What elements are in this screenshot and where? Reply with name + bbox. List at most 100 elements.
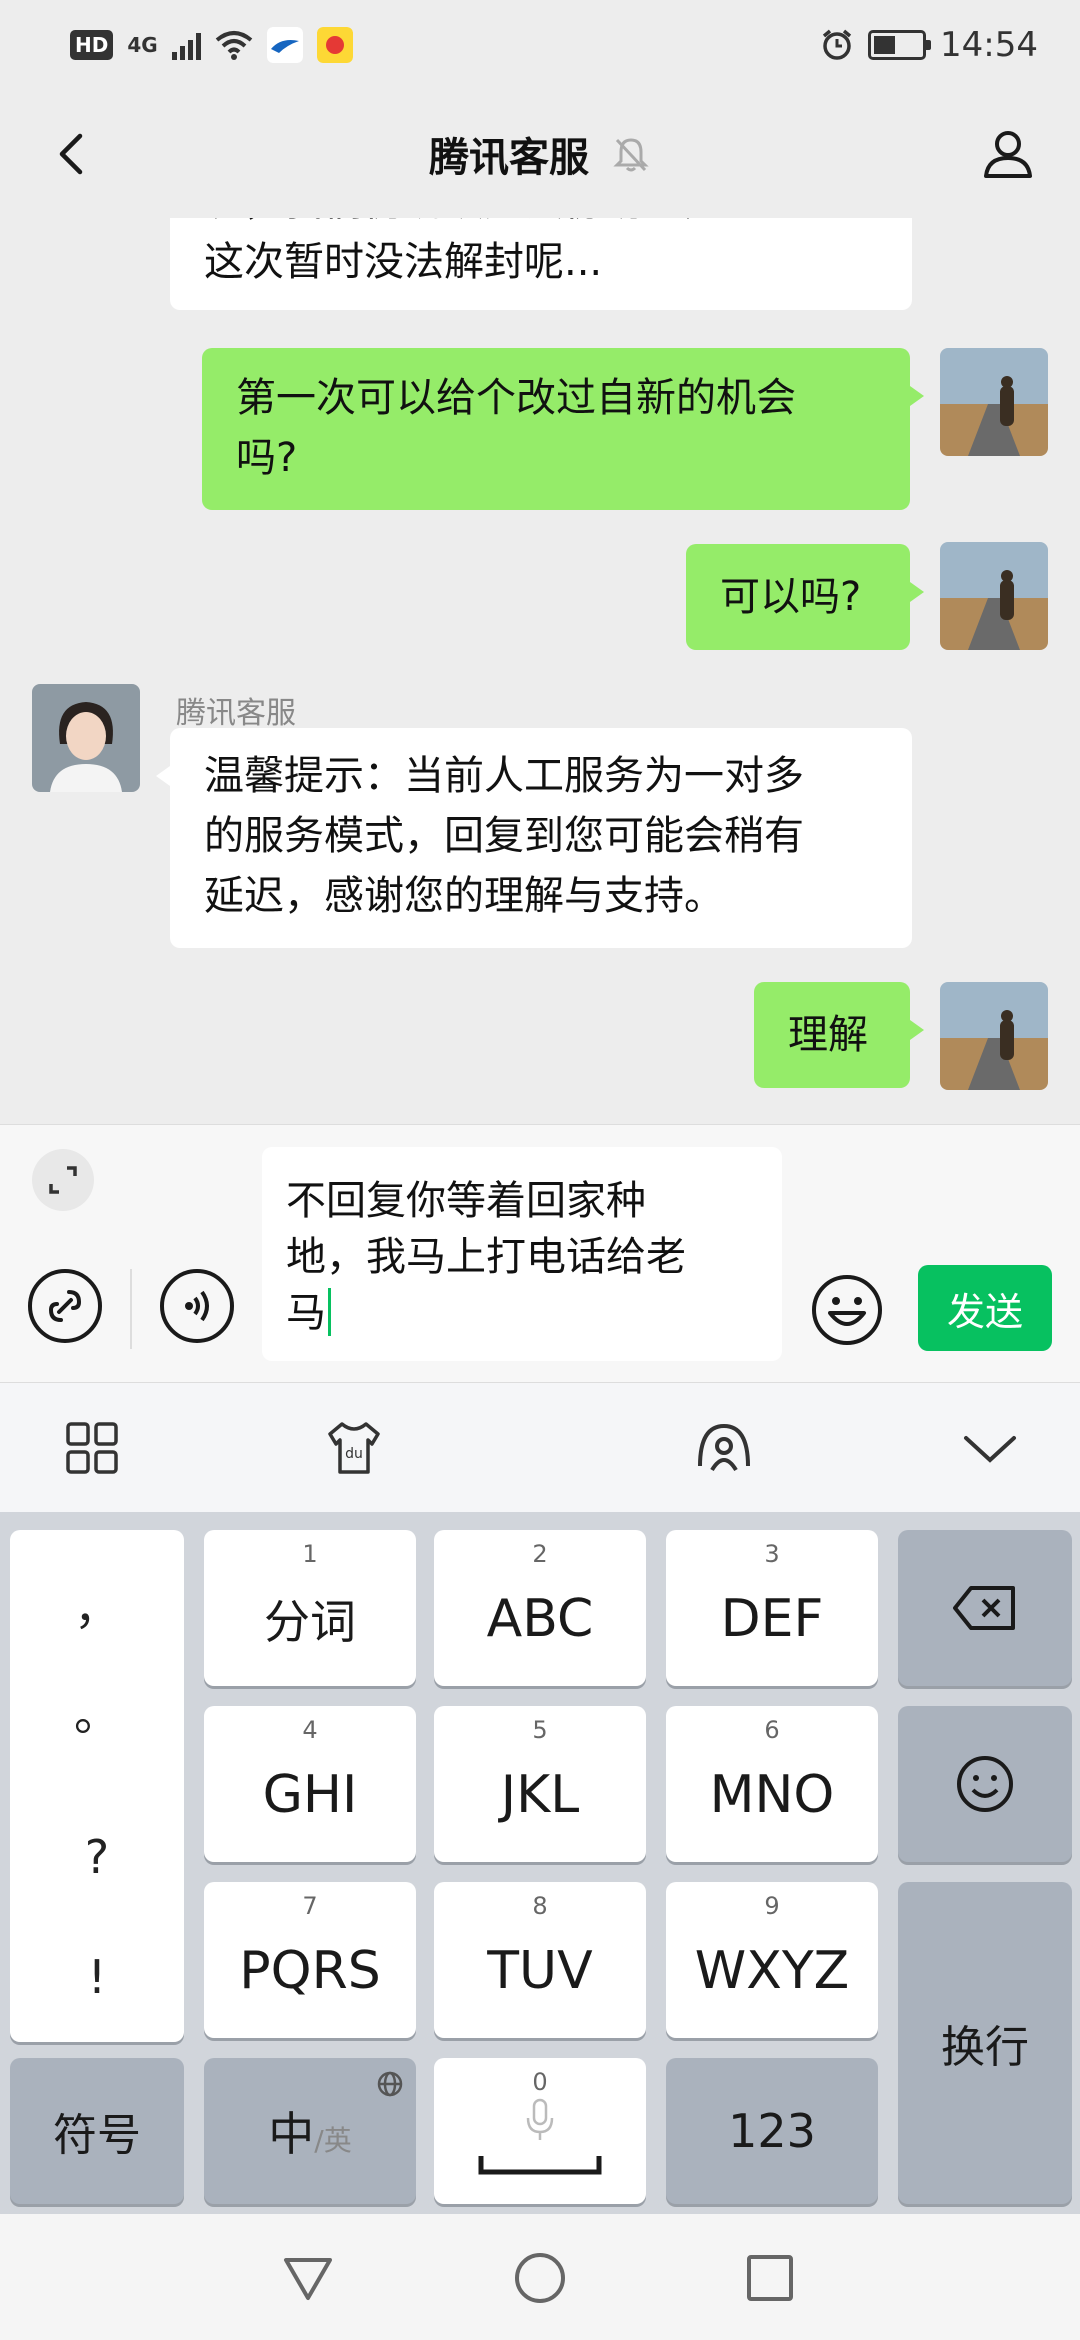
skin-theme-icon[interactable]: du <box>322 1416 386 1480</box>
key-number: 4 <box>302 1716 318 1744</box>
sender-name: 腾讯客服 <box>176 696 296 731</box>
key-7[interactable]: 7 PQRS <box>204 1882 416 2038</box>
key-label: PQRS <box>239 1941 381 2001</box>
key-1[interactable]: 1 分词 <box>204 1530 416 1686</box>
key-5[interactable]: 5 JKL <box>434 1706 646 1862</box>
symbol-key[interactable]: 符号 <box>10 2058 184 2204</box>
assistant-icon[interactable] <box>692 1416 756 1480</box>
message-line: 这次暂时没法解封呢... <box>204 239 603 285</box>
key-number: 9 <box>764 1892 780 1920</box>
key-label: DEF <box>720 1589 824 1649</box>
battery-icon <box>868 30 932 60</box>
number-mode-key[interactable]: 123 <box>666 2058 878 2204</box>
space-key[interactable]: 0 <box>434 2058 646 2204</box>
link-button[interactable] <box>28 1269 102 1343</box>
key-number: 6 <box>764 1716 780 1744</box>
t9-keyboard: ， 。 ? ! 1 分词 2 ABC 3 DEF 4 GHI 5 JKL 6 MNO 7 PQ… <box>0 1512 1080 2214</box>
status-bar: HD 4G 14:54 <box>0 0 1080 90</box>
message-line: 理解 <box>788 1012 868 1058</box>
voice-icon <box>185 1290 209 1322</box>
grid-menu-icon[interactable] <box>60 1416 124 1480</box>
key-3[interactable]: 3 DEF <box>666 1530 878 1686</box>
alarm-icon <box>822 29 852 60</box>
back-triangle-icon[interactable] <box>280 2250 336 2306</box>
key-label: 123 <box>728 2104 816 2158</box>
my-avatar[interactable] <box>940 348 1048 456</box>
my-avatar[interactable] <box>940 542 1048 650</box>
message-bubble-outgoing[interactable]: 可以吗? <box>686 544 924 650</box>
chevron-down-icon[interactable] <box>958 1416 1022 1480</box>
backspace-key[interactable] <box>898 1530 1072 1686</box>
key-9[interactable]: 9 WXYZ <box>666 1882 878 2038</box>
message-bubble-incoming[interactable]: 温馨提示：当前人工服务为一对多 的服务模式，回复到您可能会稍有 延迟，感谢您的理… <box>156 728 912 948</box>
key-label: TUV <box>487 1941 593 2001</box>
message-line: 况，我们仍确认无法协助您处理。 <box>204 218 878 232</box>
chat-messages[interactable]: 况，我们仍确认无法协助您处理。 这次暂时没法解封呢... 第一次可以给个改过自新… <box>0 218 1080 1124</box>
svg-text:du: du <box>345 1446 363 1462</box>
chat-header: 腾讯客服 <box>0 90 1080 218</box>
key-number: 5 <box>532 1716 548 1744</box>
key-number: 0 <box>532 2068 548 2096</box>
key-label: MNO <box>709 1765 835 1825</box>
my-avatar[interactable] <box>940 982 1048 1090</box>
recents-square-icon[interactable] <box>742 2250 798 2306</box>
message-input[interactable]: 不回复你等着回家种 地，我马上打电话给老 马 <box>262 1147 782 1361</box>
smiley-icon <box>957 1756 1013 1812</box>
message-bubble-incoming[interactable]: 况，我们仍确认无法协助您处理。 这次暂时没法解封呢... <box>170 218 912 310</box>
message-bubble-outgoing[interactable]: 理解 <box>754 982 924 1088</box>
message-line: 的服务模式，回复到您可能会稍有 <box>204 813 804 859</box>
network-type: 4G <box>127 33 158 57</box>
microphone-icon <box>526 2098 554 2140</box>
text-cursor <box>328 1288 331 1336</box>
backspace-icon <box>953 1586 1015 1630</box>
key-4[interactable]: 4 GHI <box>204 1706 416 1862</box>
game-app-icon <box>316 27 353 63</box>
enter-key[interactable]: 换行 <box>898 1882 1072 2204</box>
punct-comma[interactable]: ， <box>10 1572 184 1638</box>
message-line: 吗? <box>236 435 298 481</box>
keyboard-toolbar: du <box>0 1382 1080 1512</box>
input-line: 不回复你等着回家种 <box>286 1178 646 1224</box>
emoji-key[interactable] <box>898 1706 1072 1862</box>
muted-bell-icon <box>613 138 649 172</box>
send-button[interactable]: 发送 <box>918 1265 1052 1351</box>
zh-label: 中 <box>268 2107 315 2161</box>
chat-title: 腾讯客服 <box>429 135 589 181</box>
voice-input-button[interactable] <box>160 1269 234 1343</box>
message-line: 温馨提示：当前人工服务为一对多 <box>204 753 804 799</box>
key-number: 3 <box>764 1540 780 1568</box>
key-label: GHI <box>262 1765 358 1825</box>
key-number: 8 <box>532 1892 548 1920</box>
message-bubble-outgoing[interactable]: 第一次可以给个改过自新的机会 吗? <box>202 348 924 510</box>
key-6[interactable]: 6 MNO <box>666 1706 878 1862</box>
bird-app-icon <box>266 27 303 63</box>
emoji-icon[interactable] <box>810 1273 884 1347</box>
key-label: 符号 <box>53 2110 141 2161</box>
punctuation-list[interactable]: ， 。 ? ! <box>10 1530 184 2042</box>
contact-profile-icon[interactable] <box>976 122 1040 186</box>
language-switch-key[interactable]: 中/英 <box>204 2058 416 2204</box>
expand-input-button[interactable] <box>32 1149 94 1211</box>
status-left: HD 4G <box>70 27 353 63</box>
divider <box>130 1269 132 1349</box>
punct-question[interactable]: ? <box>10 1830 184 1884</box>
key-label: 中/英 <box>268 2098 351 2164</box>
status-right: 14:54 <box>820 25 1038 65</box>
key-number: 1 <box>302 1540 318 1568</box>
expand-icon <box>49 1166 77 1194</box>
key-8[interactable]: 8 TUV <box>434 1882 646 2038</box>
punct-period[interactable]: 。 <box>10 1678 184 1744</box>
home-circle-icon[interactable] <box>512 2250 568 2306</box>
key-label: JKL <box>500 1765 580 1825</box>
message-composer: 不回复你等着回家种 地，我马上打电话给老 马 发送 <box>0 1124 1080 1382</box>
wifi-icon <box>215 31 252 60</box>
en-label: /英 <box>314 2124 352 2157</box>
punct-exclaim[interactable]: ! <box>10 1950 184 2004</box>
key-number: 7 <box>302 1892 318 1920</box>
back-icon[interactable] <box>40 122 104 186</box>
globe-icon <box>377 2071 403 2097</box>
key-label: 分词 <box>264 1595 356 1649</box>
key-label: ABC <box>486 1589 594 1649</box>
service-agent-avatar[interactable] <box>32 684 140 792</box>
key-2[interactable]: 2 ABC <box>434 1530 646 1686</box>
